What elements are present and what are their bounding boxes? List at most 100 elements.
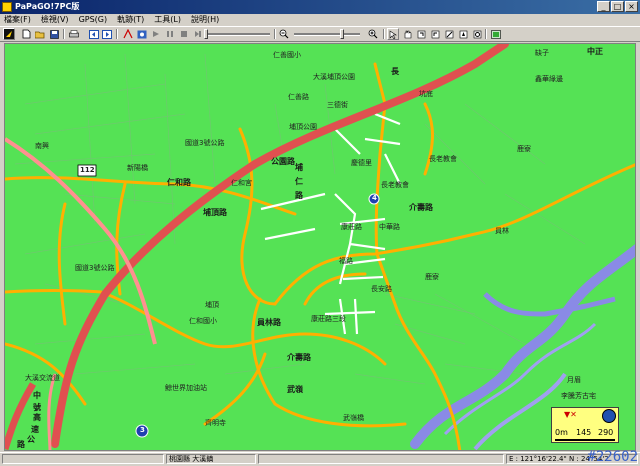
watermark-label: #22602 (587, 449, 638, 465)
menu-view[interactable]: 檢視(V) (37, 14, 75, 26)
toolbar-separator (485, 29, 487, 39)
map-label: 鯨世界加油站 (165, 384, 207, 392)
compass-icon[interactable] (471, 28, 483, 40)
pause-icon[interactable] (164, 28, 176, 40)
map-label: 仁善路 (288, 93, 309, 101)
map-label: 中 (33, 391, 41, 400)
map-label: 三德街 (327, 101, 348, 109)
menu-file[interactable]: 檔案(F) (0, 14, 37, 26)
scale-bar (555, 439, 615, 441)
save-icon[interactable] (48, 28, 60, 40)
menu-bar: 檔案(F) 檢視(V) GPS(G) 軌跡(T) 工具(L) 說明(H) (0, 14, 640, 26)
map-label: 仁和宮 (231, 179, 252, 187)
map-label: 慶德里 (351, 159, 372, 167)
map-label: 福路 (339, 257, 353, 265)
open-folder-icon[interactable] (34, 28, 46, 40)
map-label: 大溪埔頂公園 (313, 73, 355, 81)
toolbar (0, 26, 640, 42)
map-label: 大溪交流道 (25, 374, 60, 382)
play-icon[interactable] (150, 28, 162, 40)
toolbar-separator (63, 29, 65, 39)
minimize-button[interactable]: _ (597, 1, 610, 12)
title-bar: PaPaGO!7PC版 _ □ × (0, 0, 640, 14)
map-label: 公 (27, 435, 35, 444)
maximize-button[interactable]: □ (611, 1, 624, 12)
map-label: 缺子 (535, 49, 549, 57)
zoom-out-icon[interactable] (278, 28, 290, 40)
north-up-icon[interactable] (457, 28, 469, 40)
status-bar: 桃園縣 大溪鎮 E : 121°16'22.4" N : 24°54'2 (0, 452, 640, 466)
pan-hand-icon[interactable] (401, 28, 413, 40)
navigation-icon[interactable] (3, 28, 15, 40)
map-label: 武嶺橋 (343, 414, 364, 422)
map-label: 中華路 (379, 223, 400, 231)
zoom-track[interactable] (294, 33, 360, 36)
map-label: 新陽橋 (127, 164, 148, 172)
map-label: 長老教會 (429, 155, 457, 163)
map-view[interactable]: 仁善國小 大溪埔頂公園 長 仁善路 三德街 埔頂公園 坑底 中正 鹿寮 南興 新… (4, 43, 636, 451)
route-icon[interactable] (122, 28, 134, 40)
map-label: 路 (17, 440, 25, 449)
scale-widget: ▼✕ 0m 145 290 (551, 407, 619, 443)
playback-speed-track[interactable] (204, 33, 270, 36)
map-label: 中正 (587, 47, 603, 56)
map-label: 鹿寮 (425, 273, 439, 281)
toolbar-separator (383, 29, 385, 39)
status-pane-1 (2, 454, 164, 464)
toolbar-separator (274, 29, 276, 39)
tilt-icon[interactable] (443, 28, 455, 40)
map-label: 李騰芳古宅 (561, 392, 596, 400)
menu-track[interactable]: 軌跡(T) (113, 14, 150, 26)
map-label: 埔 (295, 163, 303, 172)
rotate-left-icon[interactable] (415, 28, 427, 40)
map-canvas (5, 44, 635, 450)
map-label: 月眉 (567, 376, 581, 384)
app-icon (2, 2, 12, 12)
map-label: 埔頂 (205, 301, 219, 309)
window-title: PaPaGO!7PC版 (15, 2, 80, 11)
toolbar-separator (116, 29, 118, 39)
map-label: 高 (33, 413, 41, 422)
scale-mid: 145 (576, 428, 592, 437)
map-label: 介壽路 (409, 203, 433, 212)
menu-tools[interactable]: 工具(L) (150, 14, 187, 26)
map-label: 員林路 (257, 318, 281, 327)
end-icon[interactable] (192, 28, 204, 40)
map-label: 長 (391, 67, 399, 76)
map-label: 長老教會 (381, 181, 409, 189)
zoom-in-icon[interactable] (367, 28, 379, 40)
map-label: 長安路 (371, 285, 392, 293)
new-file-icon[interactable] (20, 28, 32, 40)
close-button[interactable]: × (625, 1, 638, 12)
compass-north-icon[interactable] (602, 409, 616, 423)
map-label: 埔頂路 (203, 208, 227, 217)
highway-shield: 112 (80, 166, 95, 174)
map-label: 齊明寺 (205, 419, 226, 427)
stop-icon[interactable] (178, 28, 190, 40)
forward-icon[interactable] (101, 28, 113, 40)
rotate-right-icon[interactable] (429, 28, 441, 40)
scale-max: 290 (598, 428, 614, 437)
menu-help[interactable]: 說明(H) (187, 14, 225, 26)
map-label: 康莊路 (341, 223, 362, 231)
playback-speed-thumb[interactable] (204, 29, 208, 39)
print-icon[interactable] (68, 28, 80, 40)
map-label: 鹿寮 (517, 145, 531, 153)
map-label: 公園路 (271, 157, 295, 166)
map-label: 坑底 (419, 90, 433, 98)
map-label: 仁 (295, 177, 303, 186)
zoom-thumb[interactable] (340, 29, 344, 39)
map-label: 仁和路 (167, 178, 191, 187)
map-label: 員林 (495, 227, 509, 235)
map-label: 仁善國小 (273, 51, 301, 59)
full-screen-icon[interactable] (490, 28, 502, 40)
status-region: 桃園縣 大溪鎮 (166, 454, 256, 464)
status-pane-3 (258, 454, 504, 464)
pointer-icon[interactable] (387, 28, 399, 40)
map-label: 國道3號公路 (185, 139, 225, 147)
highway-shield: 3 (140, 426, 145, 434)
back-icon[interactable] (88, 28, 100, 40)
map-label: 武嶺 (287, 385, 303, 394)
record-icon[interactable] (136, 28, 148, 40)
menu-gps[interactable]: GPS(G) (75, 14, 114, 26)
